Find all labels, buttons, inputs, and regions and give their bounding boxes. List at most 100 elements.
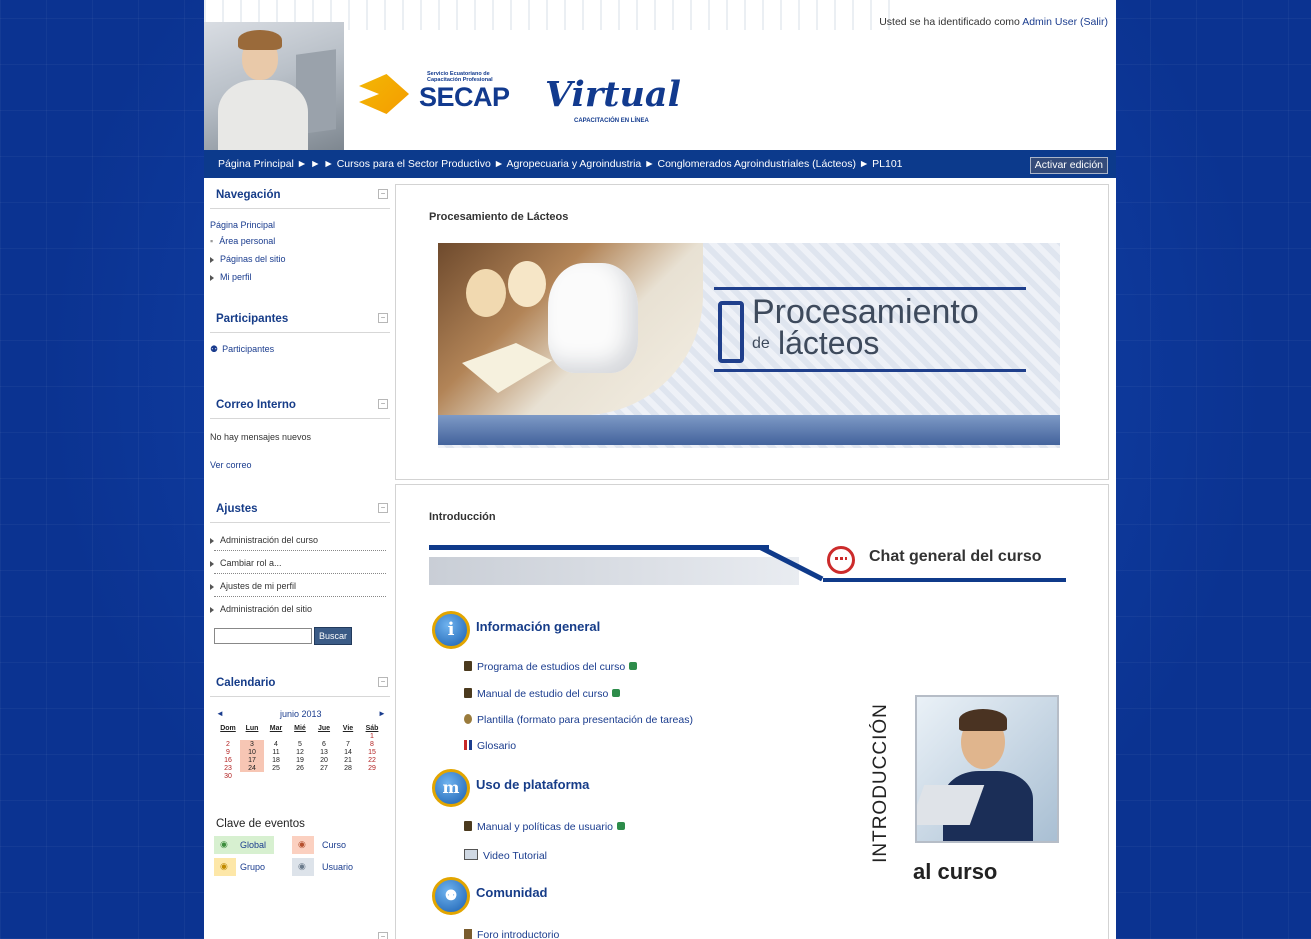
calendar-day[interactable]: 6 <box>312 740 336 748</box>
calendar-day[interactable]: 28 <box>336 764 360 772</box>
participants-link[interactable]: Participantes <box>222 344 274 354</box>
breadcrumb[interactable]: Página Principal ► ► ► Cursos para el Se… <box>218 158 903 170</box>
calendar-month-link[interactable]: junio 2013 <box>280 709 322 719</box>
calendar-day[interactable]: 29 <box>360 764 384 772</box>
logout-link[interactable]: (Salir) <box>1080 16 1108 28</box>
calendar-day[interactable]: 12 <box>288 748 312 756</box>
collapse-icon[interactable]: − <box>378 932 388 939</box>
item-glosario[interactable]: Glosario <box>464 740 516 752</box>
calendar-day[interactable]: 19 <box>288 756 312 764</box>
calendar-day[interactable]: 11 <box>264 748 288 756</box>
item-foro[interactable]: Foro introductorio <box>464 929 559 939</box>
event-key-global-label: Global <box>240 840 267 850</box>
chat-general-label[interactable]: Chat general del curso <box>869 548 1042 566</box>
calendar-day[interactable]: 13 <box>312 748 336 756</box>
item-video-tutorial[interactable]: Video Tutorial <box>464 849 547 862</box>
calendar-day[interactable]: 25 <box>264 764 288 772</box>
event-key-course-label[interactable]: Curso <box>322 840 346 850</box>
calendar-day[interactable]: 8 <box>360 740 384 748</box>
event-key-group-label[interactable]: Grupo <box>240 862 265 872</box>
breadcrumb-text[interactable]: Página Principal ► ► ► Cursos para el Se… <box>218 158 903 170</box>
calendar-next-icon[interactable]: ► <box>378 709 386 718</box>
item-programa-label[interactable]: Programa de estudios del curso <box>477 661 625 673</box>
nav-home-link[interactable]: Página Principal <box>210 220 275 230</box>
events-key-title: Clave de eventos <box>216 818 305 830</box>
item-programa[interactable]: Programa de estudios del curso <box>464 661 638 673</box>
course-banner-image: Procesamiento de lácteos <box>438 243 1060 448</box>
calendar-day[interactable]: 24 <box>240 764 264 772</box>
item-manual-label[interactable]: Manual de estudio del curso <box>477 688 608 700</box>
event-key-global[interactable]: ◉ Global <box>214 836 274 854</box>
expand-arrow-icon[interactable] <box>210 256 214 263</box>
activate-edit-button[interactable]: Activar edición <box>1029 157 1108 174</box>
mail-block: Correo Interno − No hay mensajes nuevos V… <box>210 394 390 484</box>
page-container: Servicio Ecuatoriano de Capacitación Pro… <box>204 0 1116 939</box>
calendar-empty-cell <box>288 772 312 780</box>
calendar-empty-cell <box>240 772 264 780</box>
logo-secap-text: SECAP <box>419 82 510 112</box>
calendar-day[interactable]: 23 <box>216 764 240 772</box>
calendar-day[interactable]: 30 <box>216 772 240 780</box>
expand-arrow-icon[interactable] <box>210 274 214 281</box>
view-mail-link[interactable]: Ver correo <box>210 460 252 470</box>
category-uso-title: Uso de plataforma <box>476 777 590 792</box>
calendar-day[interactable]: 2 <box>216 740 240 748</box>
logo-chevron-icon <box>359 74 409 114</box>
calendar-prev-icon[interactable]: ◄ <box>216 709 224 718</box>
calendar-day[interactable]: 15 <box>360 748 384 756</box>
collapse-icon[interactable]: − <box>378 677 388 687</box>
collapse-icon[interactable]: − <box>378 399 388 409</box>
calendar-day[interactable]: 22 <box>360 756 384 764</box>
settings-profile[interactable]: Ajustes de mi perfil <box>220 581 296 591</box>
login-user-link[interactable]: Admin User <box>1022 16 1077 28</box>
collapse-icon[interactable]: − <box>378 189 388 199</box>
calendar-day[interactable]: 9 <box>216 748 240 756</box>
item-manual-politicas[interactable]: Manual y políticas de usuario <box>464 821 625 833</box>
calendar-day[interactable]: 27 <box>312 764 336 772</box>
book-icon <box>464 821 472 831</box>
item-video-label[interactable]: Video Tutorial <box>483 850 547 862</box>
calendar-day[interactable]: 4 <box>264 740 288 748</box>
calendar-day[interactable]: 20 <box>312 756 336 764</box>
calendar-day[interactable]: 18 <box>264 756 288 764</box>
settings-course-admin[interactable]: Administración del curso <box>220 535 318 545</box>
item-manual-politicas-label[interactable]: Manual y políticas de usuario <box>477 821 613 833</box>
event-key-user-label[interactable]: Usuario <box>322 862 353 872</box>
calendar-empty-cell <box>288 732 312 740</box>
settings-search-input[interactable] <box>214 628 312 644</box>
calendar-day[interactable]: 7 <box>336 740 360 748</box>
item-glosario-label[interactable]: Glosario <box>477 740 516 752</box>
bottle-icon <box>718 301 744 363</box>
calendar-day[interactable]: 17 <box>240 756 264 764</box>
mail-status: No hay mensajes nuevos <box>210 432 312 442</box>
item-foro-label[interactable]: Foro introductorio <box>477 929 559 939</box>
calendar-day[interactable]: 26 <box>288 764 312 772</box>
resource-icon <box>629 662 638 670</box>
resource-icon <box>617 822 625 830</box>
event-key-course-swatch: ◉ <box>292 836 314 854</box>
item-manual[interactable]: Manual de estudio del curso <box>464 688 621 700</box>
settings-search-button[interactable]: Buscar <box>314 627 352 645</box>
calendar-day[interactable]: 10 <box>240 748 264 756</box>
settings-switch-role[interactable]: Cambiar rol a... <box>220 558 282 568</box>
calendar-day[interactable]: 1 <box>360 732 384 740</box>
item-plantilla-label[interactable]: Plantilla (formato para presentación de … <box>477 714 693 726</box>
calendar-day[interactable]: 21 <box>336 756 360 764</box>
calendar-day-header: Jue <box>317 724 331 732</box>
info-icon: i <box>432 611 470 649</box>
settings-site-admin[interactable]: Administración del sitio <box>220 604 312 614</box>
secap-logo[interactable]: Servicio Ecuatoriano de Capacitación Pro… <box>359 68 699 130</box>
collapse-icon[interactable]: − <box>378 503 388 513</box>
nav-item-perfil[interactable]: Mi perfil <box>220 272 252 282</box>
item-plantilla[interactable]: Plantilla (formato para presentación de … <box>464 714 693 726</box>
calendar-day[interactable]: 14 <box>336 748 360 756</box>
collapse-icon[interactable]: − <box>378 313 388 323</box>
calendar-title: Calendario <box>216 677 276 689</box>
calendar-day[interactable]: 5 <box>288 740 312 748</box>
calendar-day[interactable]: 3 <box>240 740 264 748</box>
category-info-general: i Información general <box>432 611 732 651</box>
nav-item-paginas[interactable]: Páginas del sitio <box>220 254 286 264</box>
chat-general-link[interactable]: Chat general del curso <box>429 545 1066 591</box>
calendar-day[interactable]: 16 <box>216 756 240 764</box>
nav-item-area-personal[interactable]: Área personal <box>219 236 275 246</box>
